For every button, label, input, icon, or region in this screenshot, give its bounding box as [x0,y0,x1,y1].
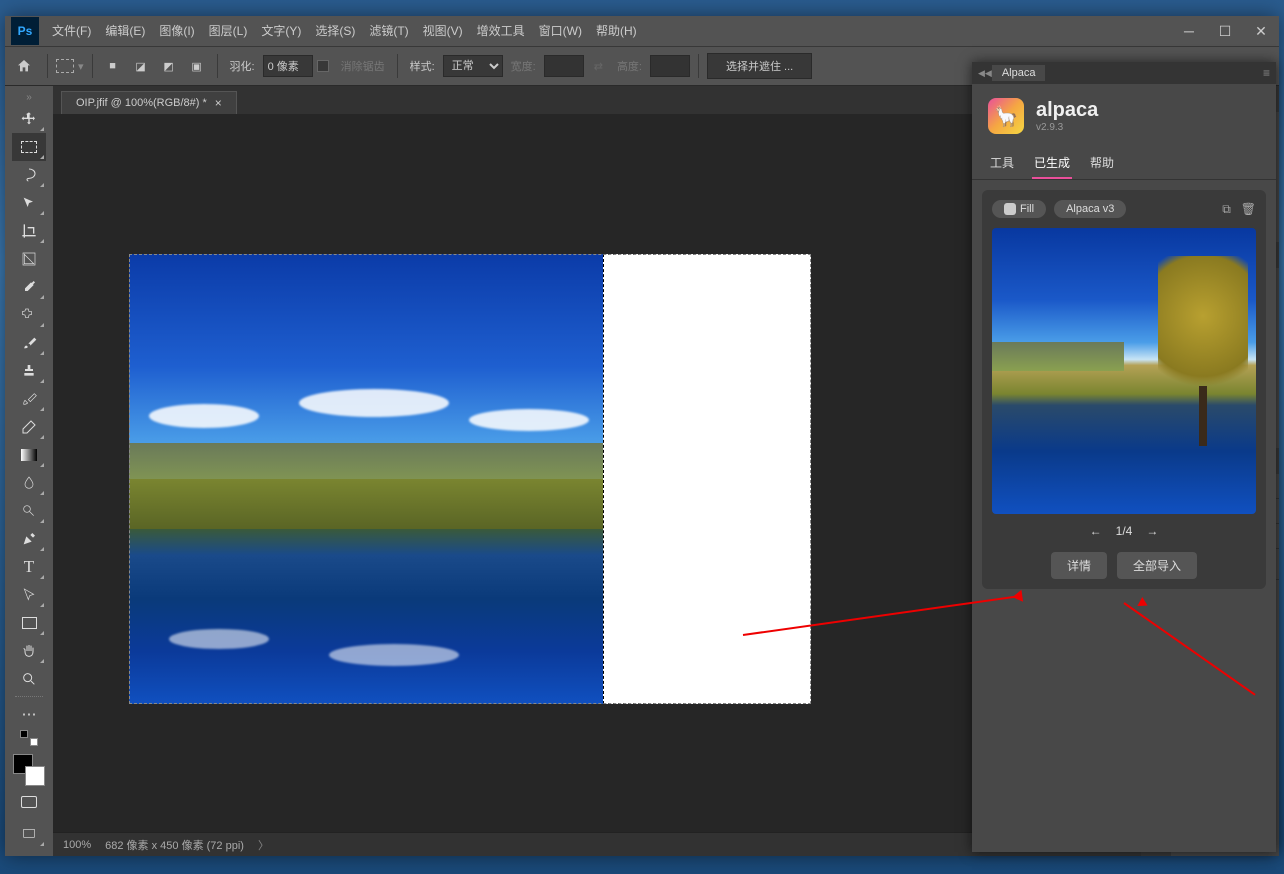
gradient-tool[interactable] [12,441,46,469]
close-button[interactable]: ✕ [1243,17,1279,45]
feather-input[interactable] [263,55,313,77]
hand-tool[interactable] [12,637,46,665]
type-tool[interactable]: T [12,553,46,581]
menu-edit[interactable]: 编辑(E) [98,16,152,46]
marquee-preset-icon[interactable] [56,59,74,73]
alpaca-nav-help[interactable]: 帮助 [1088,148,1116,179]
quick-select-tool[interactable] [12,189,46,217]
page-counter: 1/4 [1116,524,1133,538]
details-button[interactable]: 详情 [1051,552,1107,579]
menu-layer[interactable]: 图层(L) [202,16,255,46]
width-label: 宽度: [511,58,536,74]
screen-mode-button[interactable] [12,820,46,848]
background-color[interactable] [25,766,45,786]
alpaca-version: v2.9.3 [1036,122,1098,133]
frame-tool[interactable] [12,245,46,273]
select-and-mask-button[interactable]: 选择并遮住 ... [707,53,812,79]
dodge-tool[interactable] [12,497,46,525]
model-chip[interactable]: Alpaca v3 [1054,200,1126,218]
move-tool[interactable] [12,105,46,133]
alpaca-pagination: ← 1/4 → [992,524,1256,538]
menu-type[interactable]: 文字(Y) [254,16,308,46]
minimize-button[interactable]: ─ [1171,17,1207,45]
width-input [544,55,584,77]
menu-filter[interactable]: 滤镜(T) [362,16,415,46]
selection-intersect-icon[interactable]: ▣ [185,54,209,78]
selection-subtract-icon[interactable]: ◩ [157,54,181,78]
height-label: 高度: [617,58,642,74]
selection-new-icon[interactable]: ■ [101,54,125,78]
canvas-image [129,254,603,704]
next-arrow-icon[interactable]: → [1146,524,1158,538]
edit-toolbar-button[interactable]: ⋯ [12,700,46,728]
alpaca-preview-image[interactable] [992,228,1256,514]
menu-select[interactable]: 选择(S) [308,16,362,46]
heal-tool[interactable] [12,301,46,329]
canvas[interactable] [129,254,811,704]
document-tab-label: OIP.jfif @ 100%(RGB/8#) * [76,97,207,109]
menu-plugins[interactable]: 增效工具 [470,16,532,46]
eraser-tool[interactable] [12,413,46,441]
alpaca-title: alpaca [1036,99,1098,122]
selection-add-icon[interactable]: ◪ [129,54,153,78]
color-swatches[interactable] [13,754,45,786]
delete-icon[interactable]: 🗑 [1241,202,1256,217]
zoom-tool[interactable] [12,665,46,693]
menu-help[interactable]: 帮助(H) [589,16,644,46]
crop-tool[interactable] [12,217,46,245]
marquee-tool[interactable] [12,133,46,161]
home-button[interactable] [9,51,39,81]
alpaca-nav-tools[interactable]: 工具 [988,148,1016,179]
menu-file[interactable]: 文件(F) [45,16,98,46]
tools-panel: » T ⋯ [5,86,53,856]
menu-bar: Ps 文件(F) 编辑(E) 图像(I) 图层(L) 文字(Y) 选择(S) 滤… [5,16,1279,46]
alpaca-nav: 工具 已生成 帮助 [972,148,1276,180]
copy-icon[interactable]: ⧉ [1222,202,1231,217]
lasso-tool[interactable] [12,161,46,189]
menu-image[interactable]: 图像(I) [152,16,201,46]
alpaca-panel: ◀◀ Alpaca ≡ 🦙 alpaca v2.9.3 工具 已生成 帮助 Fi… [972,62,1276,852]
alpaca-header: 🦙 alpaca v2.9.3 [972,84,1276,148]
close-document-icon[interactable]: × [215,96,222,110]
status-zoom[interactable]: 100% [63,839,91,851]
swap-wh-icon: ⇄ [594,60,603,73]
menu-window[interactable]: 窗口(W) [532,16,589,46]
style-label: 样式: [410,58,435,74]
import-all-button[interactable]: 全部导入 [1117,552,1197,579]
history-brush-tool[interactable] [12,385,46,413]
selection-area [603,254,811,704]
quick-mask-button[interactable] [12,788,46,816]
annotation-arrow-2 [1123,602,1255,695]
menu-view[interactable]: 视图(V) [416,16,470,46]
alpaca-logo-icon: 🦙 [988,98,1024,134]
alpaca-nav-generated[interactable]: 已生成 [1032,148,1072,179]
feather-label: 羽化: [230,58,255,74]
height-input [650,55,690,77]
maximize-button[interactable]: ☐ [1207,17,1243,45]
alpaca-titlebar: ◀◀ Alpaca ≡ [972,62,1276,84]
window-controls: ─ ☐ ✕ [1171,17,1279,45]
alpaca-menu-icon[interactable]: ≡ [1263,66,1270,80]
prev-arrow-icon[interactable]: ← [1090,524,1102,538]
document-tab[interactable]: OIP.jfif @ 100%(RGB/8#) * × [61,91,237,114]
shape-tool[interactable] [12,609,46,637]
ps-logo: Ps [11,17,39,45]
antialias-checkbox[interactable] [317,60,329,72]
alpaca-result-card: Fill Alpaca v3 ⧉ 🗑 ← 1/4 → 详情 全部导入 [982,190,1266,589]
swap-default-colors[interactable] [12,728,46,748]
fill-chip[interactable]: Fill [992,200,1046,218]
eyedropper-tool[interactable] [12,273,46,301]
alpaca-panel-tab[interactable]: Alpaca [992,65,1046,81]
path-select-tool[interactable] [12,581,46,609]
antialias-label: 消除锯齿 [341,58,385,74]
stamp-tool[interactable] [12,357,46,385]
blur-tool[interactable] [12,469,46,497]
pen-tool[interactable] [12,525,46,553]
brush-tool[interactable] [12,329,46,357]
style-select[interactable]: 正常 [443,55,503,77]
status-info[interactable]: 682 像素 x 450 像素 (72 ppi) [105,837,244,853]
